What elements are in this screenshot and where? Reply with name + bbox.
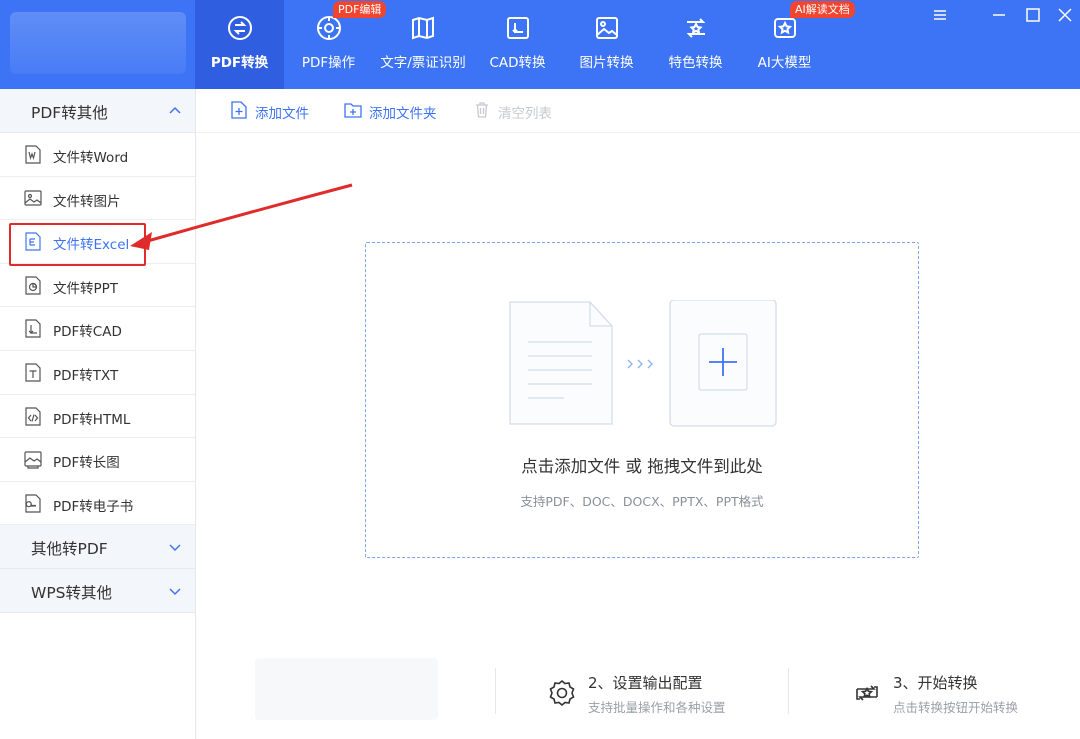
sidebar: PDF转其他 文件转Word 文件转图片 文件转Excel 文件转PPT PDF… xyxy=(0,89,196,739)
add-file-icon xyxy=(231,101,247,119)
group-title: WPS转其他 xyxy=(31,584,113,603)
tab-label: 特色转换 xyxy=(668,55,723,71)
convert-start-icon xyxy=(856,685,878,701)
drop-zone-main-text: 点击添加文件 或 拖拽文件到此处 xyxy=(521,457,763,476)
sidebar-item-word[interactable]: 文件转Word xyxy=(0,133,195,177)
image-file-icon xyxy=(24,189,42,206)
cad-convert-icon xyxy=(506,17,529,39)
tab-label: PDF操作 xyxy=(301,55,356,71)
add-folder-button[interactable]: 添加文件夹 xyxy=(344,100,444,122)
add-folder-label: 添加文件夹 xyxy=(369,106,437,122)
sidebar-item-label: PDF转长图 xyxy=(53,455,120,472)
sidebar-item-label: PDF转电子书 xyxy=(53,498,134,515)
divider xyxy=(495,668,496,714)
sidebar-item-cad[interactable]: PDF转CAD xyxy=(0,307,195,351)
tab-image-convert[interactable]: 图片转换 xyxy=(562,0,651,89)
sidebar-item-html[interactable]: PDF转HTML xyxy=(0,395,195,439)
tab-cad-convert[interactable]: CAD转换 xyxy=(473,0,562,89)
minimize-icon[interactable] xyxy=(990,6,1008,24)
tab-pdf-convert[interactable]: PDF转换 xyxy=(195,0,284,89)
word-file-icon xyxy=(25,145,41,164)
add-file-label: 添加文件 xyxy=(255,106,309,122)
group-other-to-pdf[interactable]: 其他转PDF xyxy=(0,525,195,570)
sidebar-item-ppt[interactable]: 文件转PPT xyxy=(0,264,195,308)
group-wps-to-other[interactable]: WPS转其他 xyxy=(0,569,195,614)
step-description: 点击转换按钮开始转换 xyxy=(893,700,1019,715)
sidebar-item-ebook[interactable]: PDF转电子书 xyxy=(0,482,195,526)
step-1-placeholder xyxy=(255,658,438,720)
add-folder-icon xyxy=(344,103,362,118)
menu-icon[interactable] xyxy=(931,6,949,24)
tab-label: CAD转换 xyxy=(489,55,546,71)
highlight-box xyxy=(9,223,146,266)
sidebar-item-label: PDF转TXT xyxy=(53,367,119,384)
tab-label: AI大模型 xyxy=(757,55,812,71)
step-description: 支持批量操作和各种设置 xyxy=(588,700,726,715)
special-convert-icon xyxy=(686,18,705,38)
step-title: 3、开始转换 xyxy=(893,674,978,692)
tab-label: 文字/票证识别 xyxy=(380,55,466,71)
chevron-down-icon xyxy=(169,588,181,596)
add-file-button[interactable]: 添加文件 xyxy=(230,100,320,122)
step-title: 2、设置输出配置 xyxy=(588,674,703,692)
html-file-icon xyxy=(25,406,41,426)
sidebar-item-long-image[interactable]: PDF转长图 xyxy=(0,438,195,482)
chevron-down-icon xyxy=(169,544,181,552)
top-navigation-bar: PDF转换 PDF操作 PDF编辑 文字/票证识别 CAD转换 图片转换 特色转… xyxy=(0,0,1080,89)
drop-zone-format-hint: 支持PDF、DOC、DOCX、PPTX、PPT格式 xyxy=(520,494,764,509)
clear-list-label: 清空列表 xyxy=(498,106,552,122)
divider xyxy=(788,668,789,714)
sidebar-item-label: 文件转图片 xyxy=(53,193,121,210)
pdf-convert-icon xyxy=(227,16,252,40)
sidebar-item-label: 文件转Word xyxy=(53,150,129,166)
image-convert-icon xyxy=(595,17,618,39)
trash-icon xyxy=(476,102,488,118)
file-drop-zone[interactable]: 点击添加文件 或 拖拽文件到此处 支持PDF、DOC、DOCX、PPTX、PPT… xyxy=(365,242,919,558)
ocr-scan-icon xyxy=(412,16,434,40)
ppt-file-icon xyxy=(25,276,41,295)
tab-label: PDF转换 xyxy=(210,55,269,71)
close-icon[interactable] xyxy=(1056,6,1074,24)
ebook-file-icon xyxy=(25,494,41,513)
sidebar-item-txt[interactable]: PDF转TXT xyxy=(0,351,195,395)
maximize-icon[interactable] xyxy=(1024,6,1042,24)
toolbar: 添加文件 添加文件夹 清空列表 xyxy=(197,89,1080,133)
clear-list-button[interactable]: 清空列表 xyxy=(473,100,563,122)
group-title: PDF转其他 xyxy=(31,104,108,122)
sidebar-item-image[interactable]: 文件转图片 xyxy=(0,177,195,221)
gear-icon xyxy=(549,679,575,707)
add-file-illustration xyxy=(509,300,777,427)
long-image-icon xyxy=(24,451,42,469)
sidebar-item-label: PDF转CAD xyxy=(53,324,122,341)
txt-file-icon xyxy=(25,363,41,382)
cad-file-icon xyxy=(25,319,41,338)
sidebar-item-label: 文件转PPT xyxy=(53,280,119,297)
ai-doc-badge: AI解读文档 xyxy=(790,1,855,18)
app-logo xyxy=(10,12,186,74)
sidebar-item-label: PDF转HTML xyxy=(53,411,131,428)
tab-label: 图片转换 xyxy=(579,55,634,71)
tab-ocr[interactable]: 文字/票证识别 xyxy=(373,0,473,89)
group-title: 其他转PDF xyxy=(31,540,108,559)
tab-special-convert[interactable]: 特色转换 xyxy=(651,0,740,89)
group-pdf-to-other[interactable]: PDF转其他 xyxy=(0,89,195,133)
chevron-up-icon xyxy=(169,106,181,114)
